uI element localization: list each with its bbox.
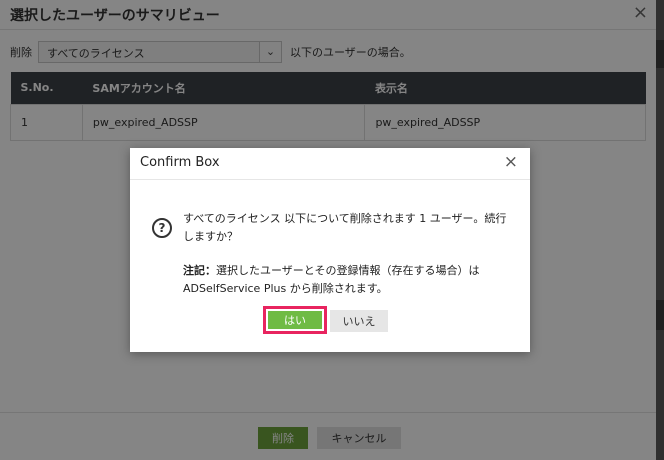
question-icon: ? — [152, 218, 172, 238]
close-icon[interactable]: × — [504, 153, 518, 171]
note-text: 選択したユーザーとその登録情報（存在する場合）は ADSelfService P… — [183, 264, 480, 295]
yes-button[interactable]: はい — [268, 311, 322, 329]
note-label: 注記： — [183, 264, 216, 277]
confirm-dialog: Confirm Box × ? すべてのライセンス 以下について削除されます 1… — [130, 148, 530, 352]
dialog-title: Confirm Box — [140, 155, 220, 170]
dialog-note: 注記：選択したユーザーとその登録情報（存在する場合）は ADSelfServic… — [183, 262, 513, 298]
yes-button-highlight: はい — [263, 306, 327, 334]
dialog-header: Confirm Box × — [130, 148, 530, 180]
dialog-message: すべてのライセンス 以下について削除されます 1 ユーザー。続行しますか？ — [183, 212, 507, 243]
no-button[interactable]: いいえ — [330, 310, 388, 332]
